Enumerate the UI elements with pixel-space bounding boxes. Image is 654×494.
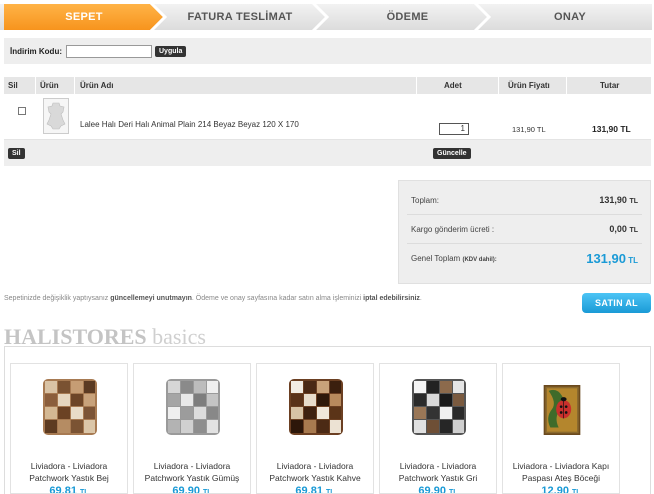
pillow-grey-image [412,379,466,435]
shipping-label: Kargo gönderim ücreti : [411,224,495,234]
note-text-1: Sepetinizde değişiklik yaptıysanız [4,295,111,302]
col-header-product-name: Ürün Adı [80,81,114,90]
product-price: 69,90 TL [380,485,496,494]
pillow-brown-image [289,379,343,435]
shipping-line: Kargo gönderim ücreti : 0,00 TL [411,224,638,234]
promo-code-bar: İndirim Kodu: Uygula [4,38,651,64]
grand-total-currency: TL [628,256,638,265]
product-name[interactable]: Liviadora - Liviadora Patchwork Yastık B… [11,460,127,484]
product-card[interactable]: Liviadora - Liviadora Kapı Paspası Ateş … [502,363,620,494]
col-header-total: Tutar [600,81,620,90]
col-header-product: Ürün [40,81,59,90]
product-price-currency: TL [449,489,458,494]
col-header-unit-price: Ürün Fiyatı [508,81,550,90]
update-cart-button[interactable]: Güncelle [433,148,471,159]
apply-promo-button[interactable]: Uygula [155,45,187,57]
cart-item-name[interactable]: Lalee Halı Deri Halı Animal Plain 214 Be… [80,120,299,129]
note-bold-1: güncellemeyi unutmayın [110,295,192,302]
product-card[interactable]: Liviadora - Liviadora Patchwork Yastık G… [379,363,497,494]
product-price-value: 69,81 [49,485,77,494]
cart-item-total: 131,90 TL [592,124,631,134]
cart-item-unit-price: 131,90 TL [512,125,546,134]
product-price-currency: TL [326,489,335,494]
product-price-value: 69,90 [172,485,200,494]
cart-actions-row: Sil Güncelle [4,140,651,166]
cart-item-row: Lalee Halı Deri Halı Animal Plain 214 Be… [4,94,651,140]
grand-total-line: Genel Toplam (KDV dahil): 131,90 TL [411,251,638,266]
step-payment[interactable]: ÖDEME [330,4,485,30]
product-name[interactable]: Liviadora - Liviadora Kapı Paspası Ateş … [503,460,619,484]
note-text-2: . Ödeme ve onay sayfasına kadar satın al… [191,295,364,302]
cart-header-row: Sil Ürün Ürün Adı Adet Ürün Fiyatı Tutar [4,77,651,94]
step-confirm[interactable]: ONAY [490,4,650,30]
delete-checkbox[interactable] [18,107,26,115]
cart-note: Sepetinizde değişiklik yaptıysanız günce… [4,295,422,302]
col-header-delete: Sil [8,81,18,90]
product-thumbnail[interactable] [43,98,69,134]
hide-rug-image [46,102,66,130]
product-price: 69,90 TL [134,485,250,494]
product-price-value: 69,90 [418,485,446,494]
delete-selected-button[interactable]: Sil [8,148,25,159]
product-price: 69,81 TL [11,485,127,494]
step-cart[interactable]: SEPET [4,4,164,30]
subtotal-label: Toplam: [411,195,440,205]
buy-button[interactable]: SATIN AL [582,293,651,313]
product-price-currency: TL [203,489,212,494]
col-header-qty: Adet [444,81,462,90]
vat-note: (KDV dahil): [462,257,497,263]
shipping-currency: TL [629,227,638,234]
product-name[interactable]: Liviadora - Liviadora Patchwork Yastık K… [257,460,373,484]
product-price-currency: TL [572,489,581,494]
ladybug-doormat-image [543,385,581,435]
step-billing-delivery[interactable]: FATURA TESLİMAT [165,4,315,30]
order-totals: Toplam: 131,90 TL Kargo gönderim ücreti … [398,180,651,284]
product-card[interactable]: Liviadora - Liviadora Patchwork Yastık G… [133,363,251,494]
product-price: 12,90 TL [503,485,619,494]
pillow-beige-image [43,379,97,435]
grand-total-label: Genel Toplam [411,254,461,263]
product-price-currency: TL [80,489,89,494]
product-price: 69,81 TL [257,485,373,494]
quantity-input[interactable]: 1 [439,123,469,135]
product-name[interactable]: Liviadora - Liviadora Patchwork Yastık G… [134,460,250,484]
product-name[interactable]: Liviadora - Liviadora Patchwork Yastık G… [380,460,496,484]
subtotal-currency: TL [629,198,638,205]
promo-code-input[interactable] [66,44,152,58]
subtotal-line: Toplam: 131,90 TL [411,195,638,205]
note-text-3: . [419,295,422,302]
grand-total-value: 131,90 [586,251,626,266]
checkout-steps: SEPET FATURA TESLİMAT ÖDEME ONAY [0,0,654,34]
cart-table: Sil Ürün Ürün Adı Adet Ürün Fiyatı Tutar… [4,77,651,166]
subtotal-value: 131,90 [599,195,627,205]
note-bold-2: iptal edebilirsiniz [363,295,420,302]
shipping-value: 0,00 [609,224,627,234]
product-card[interactable]: Liviadora - Liviadora Patchwork Yastık B… [10,363,128,494]
promo-code-label: İndirim Kodu: [10,46,62,56]
product-price-value: 12,90 [541,485,569,494]
product-price-value: 69,81 [295,485,323,494]
product-card[interactable]: Liviadora - Liviadora Patchwork Yastık K… [256,363,374,494]
pillow-silver-image [166,379,220,435]
